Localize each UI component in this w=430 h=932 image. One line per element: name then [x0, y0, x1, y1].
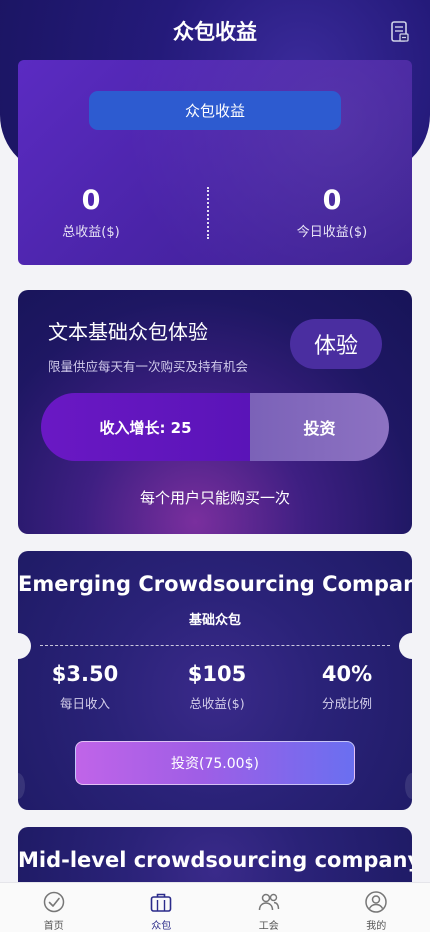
- share-ratio-stat: 40% 分成比例: [287, 661, 407, 712]
- earnings-button[interactable]: 众包收益: [89, 91, 341, 130]
- total-earnings-value: 0: [81, 185, 101, 216]
- total-income-label: 总收益($): [189, 696, 245, 711]
- nav-item-crowdsourcing[interactable]: 众包: [108, 883, 216, 932]
- experience-badge: 体验: [290, 319, 382, 369]
- total-earnings: 0 总收益($): [18, 185, 181, 240]
- daily-income-value: $3.50: [51, 662, 119, 686]
- today-earnings-label: 今日收益($): [296, 225, 368, 240]
- today-earnings-value: 0: [322, 185, 342, 216]
- nav-label-profile: 我的: [366, 921, 387, 932]
- ticket-notch-left: [18, 633, 31, 659]
- experience-card: 文本基础众包体验 限量供应每天有一次购买及持有机会 体验 收入增长: 25 投资…: [18, 290, 412, 534]
- earnings-divider: [207, 187, 209, 239]
- check-circle-icon: [43, 891, 64, 913]
- nav-label-home: 首页: [43, 921, 64, 932]
- experience-action-pill: 收入增长: 25 投资: [41, 393, 389, 461]
- company-title: Emerging Crowdsourcing Companies: [18, 572, 412, 596]
- nav-item-profile[interactable]: 我的: [323, 883, 430, 932]
- users-icon: [258, 893, 279, 911]
- daily-income-stat: $3.50 每日收入: [25, 661, 145, 712]
- ticket-divider: [40, 645, 390, 646]
- experience-subtitle: 限量供应每天有一次购买及持有机会: [48, 359, 249, 374]
- company-title: Mid-level crowdsourcing company: [18, 848, 412, 872]
- total-income-stat: $105 总收益($): [157, 661, 277, 712]
- nav-label-crowdsourcing: 众包: [151, 921, 172, 932]
- nav-item-home[interactable]: 首页: [0, 883, 108, 932]
- user-circle-icon: [365, 891, 387, 913]
- experience-invest-button[interactable]: 投资: [250, 393, 389, 461]
- page-title: 众包收益: [173, 20, 257, 44]
- total-earnings-label: 总收益($): [62, 225, 120, 240]
- total-income-value: $105: [187, 662, 247, 686]
- bottom-nav: 首页 众包 工会 我的: [0, 882, 430, 932]
- ticket-notch-bottom-left: [18, 773, 25, 799]
- nav-label-union: 工会: [258, 921, 279, 932]
- briefcase-icon: [150, 893, 172, 912]
- daily-income-label: 每日收入: [59, 696, 110, 711]
- today-earnings: 0 今日收益($): [242, 185, 412, 240]
- purchase-limit-note: 每个用户只能购买一次: [139, 489, 290, 507]
- company-card: Emerging Crowdsourcing Companies 基础众包 $3…: [18, 551, 412, 810]
- share-ratio-value: 40%: [321, 662, 373, 686]
- company-tag: 基础众包: [188, 613, 241, 628]
- document-icon[interactable]: [390, 21, 410, 43]
- ticket-notch-right: [399, 633, 412, 659]
- ticket-notch-bottom-right: [405, 773, 412, 799]
- income-growth-label: 收入增长: 25: [41, 393, 250, 461]
- experience-title: 文本基础众包体验: [48, 320, 208, 344]
- earnings-card: 众包收益 0 总收益($) 0 今日收益($): [18, 60, 412, 265]
- nav-item-union[interactable]: 工会: [215, 883, 323, 932]
- share-ratio-label: 分成比例: [321, 696, 372, 711]
- company-invest-button[interactable]: 投资(75.00$): [75, 741, 355, 785]
